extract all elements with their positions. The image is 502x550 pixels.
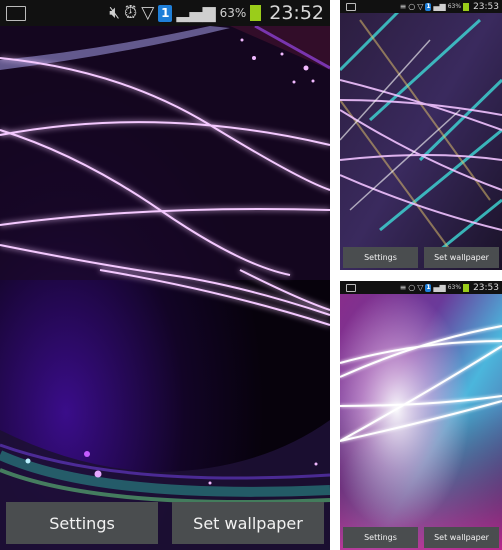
action-bar: Settings Set wallpaper <box>0 502 330 544</box>
signal-icon: ▂▄▆ <box>176 3 216 23</box>
signal-icon: ▄▆ <box>433 283 446 292</box>
wifi-icon: ▽ <box>417 283 424 292</box>
status-bar: ≡ ○ ▽ 1 ▄▆ 63% 23:53 <box>340 0 502 13</box>
battery-icon <box>463 283 470 292</box>
battery-percent: 63% <box>219 6 247 20</box>
image-icon <box>346 2 356 11</box>
battery-percent: 63% <box>447 3 462 10</box>
signal-icon: ▄▆ <box>433 2 446 11</box>
clock: 23:53 <box>473 282 499 293</box>
battery-icon <box>463 2 470 11</box>
battery-icon <box>250 5 262 21</box>
image-icon <box>6 5 26 21</box>
wifi-icon: ▽ <box>141 3 155 23</box>
alarm-icon: ⏰︎ <box>123 3 138 23</box>
alarm-icon: ○ <box>408 283 416 292</box>
sim-1-icon: 1 <box>425 2 432 11</box>
clock: 23:53 <box>473 1 499 12</box>
alarm-icon: ○ <box>408 2 416 11</box>
main-phone-screen: 🔇︎ ⏰︎ ▽ 1 ▂▄▆ 63% 23:52 Settings Set wal… <box>0 0 330 550</box>
wallpaper-prismatic <box>340 0 502 270</box>
settings-button[interactable]: Settings <box>343 527 418 548</box>
battery-percent: 63% <box>447 284 462 291</box>
set-wallpaper-button[interactable]: Set wallpaper <box>424 527 499 548</box>
vibrate-icon: ≡ <box>399 283 407 292</box>
wallpaper-purple-neon <box>0 0 330 550</box>
sim-1-icon: 1 <box>158 4 173 22</box>
wifi-icon: ▽ <box>417 2 424 11</box>
action-bar: Settings Set wallpaper <box>340 527 502 548</box>
action-bar: Settings Set wallpaper <box>340 247 502 268</box>
wallpaper-pink-blue-glow <box>340 281 502 550</box>
sim-1-icon: 1 <box>425 283 432 292</box>
set-wallpaper-button[interactable]: Set wallpaper <box>424 247 499 268</box>
status-bar: 🔇︎ ⏰︎ ▽ 1 ▂▄▆ 63% 23:52 <box>0 0 330 26</box>
preview-screen-top: ≡ ○ ▽ 1 ▄▆ 63% 23:53 Settings Set wallpa… <box>340 0 502 270</box>
clock: 23:52 <box>269 2 324 24</box>
settings-button[interactable]: Settings <box>343 247 418 268</box>
vibrate-icon: ≡ <box>399 2 407 11</box>
settings-button[interactable]: Settings <box>6 502 158 544</box>
set-wallpaper-button[interactable]: Set wallpaper <box>172 502 324 544</box>
vibrate-icon: 🔇︎ <box>109 3 120 23</box>
image-icon <box>346 283 356 292</box>
status-bar: ≡ ○ ▽ 1 ▄▆ 63% 23:53 <box>340 281 502 294</box>
preview-screen-bottom: ≡ ○ ▽ 1 ▄▆ 63% 23:53 Settings Set wallpa… <box>340 281 502 550</box>
